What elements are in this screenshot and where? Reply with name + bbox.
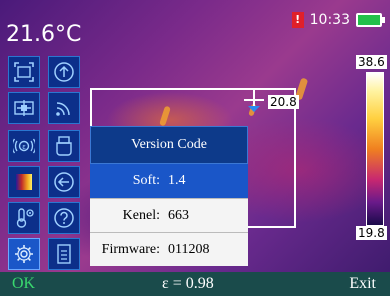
tool-upload[interactable] bbox=[48, 56, 80, 88]
ok-button[interactable]: OK bbox=[12, 275, 35, 293]
tool-back[interactable] bbox=[48, 166, 80, 198]
tool-temp-settings[interactable] bbox=[8, 202, 40, 234]
version-row-kenel[interactable]: Kenel: 663 bbox=[90, 198, 248, 232]
crosshair-temperature: 20.8 bbox=[268, 95, 299, 109]
tool-document[interactable] bbox=[48, 238, 80, 270]
exit-button[interactable]: Exit bbox=[349, 275, 376, 293]
version-row-firmware[interactable]: Firmware: 011208 bbox=[90, 232, 248, 266]
scale-min-label: 19.8 bbox=[356, 226, 387, 240]
version-value: 663 bbox=[168, 207, 189, 223]
version-value: 011208 bbox=[168, 241, 210, 257]
alert-icon: ! bbox=[291, 12, 304, 28]
version-key: Firmware: bbox=[101, 241, 160, 257]
bottom-bar: OK ε = 0.98 Exit bbox=[0, 272, 390, 296]
tool-settings[interactable] bbox=[8, 238, 40, 270]
version-value: 1.4 bbox=[168, 173, 186, 188]
tool-palette[interactable] bbox=[8, 166, 40, 198]
emissivity-readout: ε = 0.98 bbox=[162, 275, 214, 292]
frame-icon bbox=[14, 62, 34, 82]
emissivity-icon: ε bbox=[13, 138, 35, 154]
upload-icon bbox=[54, 62, 74, 82]
svg-text:ε: ε bbox=[22, 143, 26, 151]
tool-help[interactable] bbox=[48, 202, 80, 234]
center-point-icon bbox=[14, 100, 34, 116]
battery-icon bbox=[356, 13, 385, 27]
wifi-icon bbox=[56, 102, 70, 116]
version-panel-title: Version Code bbox=[90, 126, 248, 164]
usb-icon bbox=[56, 136, 72, 156]
crosshair-icon bbox=[244, 90, 264, 112]
color-scale-bar bbox=[366, 72, 384, 226]
palette-icon bbox=[16, 174, 32, 190]
tool-center-point[interactable] bbox=[8, 92, 40, 124]
back-icon bbox=[54, 172, 74, 192]
thermal-camera-screen: 21.6°C ! 10:33 20.8 38.6 19.8 ε Version … bbox=[0, 0, 390, 296]
center-temperature-readout: 21.6°C bbox=[6, 22, 82, 47]
settings-gear-icon bbox=[15, 245, 33, 263]
temp-settings-icon bbox=[16, 208, 34, 228]
scale-max-label: 38.6 bbox=[356, 55, 387, 69]
tool-emissivity[interactable]: ε bbox=[8, 130, 40, 162]
version-key: Soft: bbox=[132, 173, 160, 188]
help-icon bbox=[54, 208, 74, 228]
tool-usb[interactable] bbox=[48, 130, 80, 162]
version-row-soft[interactable]: Soft: 1.4 bbox=[90, 164, 248, 198]
tool-wifi[interactable] bbox=[48, 92, 80, 124]
tool-frame[interactable] bbox=[8, 56, 40, 88]
version-key: Kenel: bbox=[122, 207, 160, 223]
version-panel: Version Code Soft: 1.4 Kenel: 663 Firmwa… bbox=[90, 126, 248, 266]
clock: 10:33 bbox=[309, 12, 350, 28]
document-icon bbox=[57, 244, 71, 264]
status-bar: ! 10:33 bbox=[291, 12, 385, 28]
